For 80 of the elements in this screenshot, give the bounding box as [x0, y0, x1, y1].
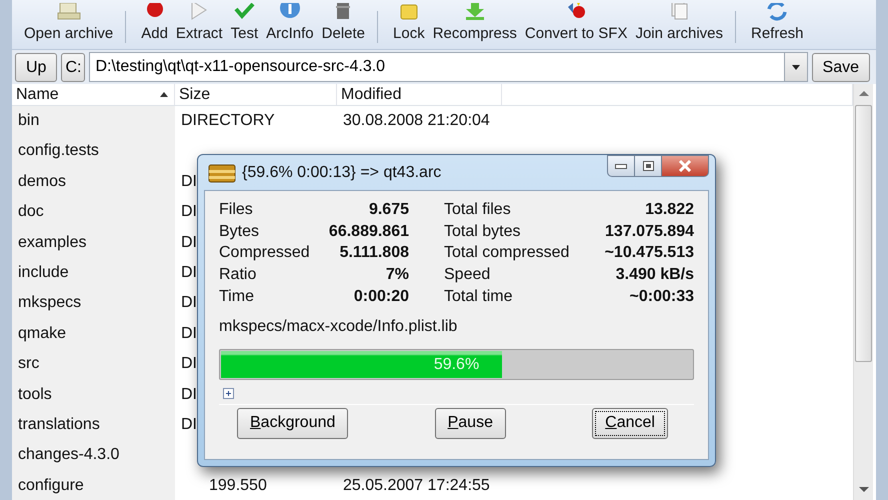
stat-value: 7% — [384, 265, 409, 286]
file-name[interactable]: doc — [18, 203, 44, 220]
minimize-icon — [615, 164, 627, 168]
stat-label: Bytes — [219, 222, 260, 242]
file-size: DI — [181, 203, 197, 220]
stat-label: Total time — [444, 286, 514, 307]
stat-value: 0:00:20 — [352, 286, 409, 307]
stat-label: Total files — [444, 200, 512, 220]
column-header[interactable]: Modified — [337, 84, 502, 105]
dialog-title: {59.6% 0:00:13} => qt43.arc — [242, 162, 442, 182]
stat-value: ~10.475.513 — [604, 243, 694, 264]
stat-label: Total compressed — [444, 243, 570, 264]
stat-value: 3.490 kB/s — [614, 265, 694, 286]
info-icon — [278, 3, 302, 21]
stat-value: 5.111.808 — [338, 243, 409, 264]
up-button[interactable]: Up — [15, 52, 58, 82]
file-name[interactable]: src — [18, 355, 40, 372]
dialog-button[interactable]: Background — [237, 408, 348, 439]
maximize-icon — [642, 161, 654, 171]
refresh-icon — [765, 3, 790, 21]
caret-icon — [792, 64, 800, 70]
modified-date: 30.08.2008 21:20:04 — [343, 112, 490, 129]
archive-icon — [208, 162, 236, 182]
stat-value: 66.889.861 — [328, 222, 409, 242]
toolbar-button[interactable]: Recompress — [428, 3, 521, 43]
scrollbar[interactable] — [853, 84, 873, 500]
stat-label: Time — [219, 286, 255, 307]
file-name[interactable]: demos — [18, 172, 66, 190]
scrollbar-thumb[interactable] — [855, 105, 872, 362]
file-size: DI — [181, 355, 197, 372]
file-size: DI — [181, 416, 197, 433]
file-size: DI — [181, 172, 197, 190]
toolbar-button[interactable]: Test — [226, 3, 262, 43]
column-header[interactable]: Name — [12, 84, 175, 105]
path-field[interactable]: D:\testing\qt\qt-x11-opensource-src-4.3.0 — [89, 52, 784, 82]
file-size: DI — [181, 294, 197, 312]
file-size: DI — [181, 264, 197, 281]
dialog-button[interactable]: Cancel — [592, 408, 668, 439]
close-icon — [678, 160, 692, 172]
dialog-button[interactable]: Pause — [434, 408, 506, 439]
toolbar-button[interactable]: Lock — [389, 3, 429, 43]
column-header[interactable]: Size — [175, 84, 337, 105]
toolbar-button[interactable]: Delete — [318, 3, 370, 43]
maximize-button[interactable] — [635, 155, 662, 177]
save-button[interactable]: Save — [812, 52, 870, 82]
file-size: DI — [181, 234, 197, 251]
stat-label: Compressed — [219, 243, 311, 264]
toolbar-button[interactable]: Extract — [172, 3, 227, 43]
stat-value: 9.675 — [368, 200, 409, 220]
drive-button[interactable]: C: — [61, 52, 86, 82]
toolbar-button[interactable]: Convert to SFX — [520, 3, 632, 43]
folder-icon — [56, 3, 81, 21]
file-size: DI — [181, 324, 197, 342]
progress-percent: 59.6% — [432, 354, 480, 375]
stat-value: ~0:00:33 — [628, 286, 694, 307]
toolbar-button[interactable]: ArcInfo — [262, 3, 318, 43]
stat-label: Ratio — [219, 265, 258, 286]
checkmark-icon — [232, 3, 256, 21]
file-name[interactable]: bin — [18, 112, 40, 129]
file-size: DI — [181, 386, 197, 403]
file-name[interactable]: include — [18, 264, 69, 281]
toolbar-button[interactable]: Join archives — [631, 3, 727, 43]
current-file-path: mkspecs/macx-xcode/Info.plist.lib — [219, 316, 458, 337]
expand-icon[interactable] — [223, 388, 234, 399]
close-button[interactable] — [662, 155, 709, 177]
toolbar-button[interactable]: Add — [137, 3, 172, 43]
file-size: 199.550 — [209, 476, 267, 494]
dropdown-button[interactable] — [784, 52, 808, 82]
minimize-button[interactable] — [607, 155, 635, 177]
toolbar-button[interactable]: Open archive — [20, 3, 118, 43]
stat-label: Speed — [444, 265, 492, 286]
file-size: DIRECTORY — [181, 112, 275, 129]
file-name[interactable]: tools — [18, 386, 52, 403]
toolbar-button[interactable]: Refresh — [747, 3, 808, 43]
modified-date: 25.05.2007 17:24:55 — [343, 476, 490, 494]
stat-label: Total bytes — [444, 222, 522, 242]
stat-value: 13.822 — [644, 200, 694, 220]
stat-value: 137.075.894 — [604, 222, 694, 242]
file-name[interactable]: qmake — [18, 324, 66, 342]
stat-label: Files — [219, 200, 254, 220]
